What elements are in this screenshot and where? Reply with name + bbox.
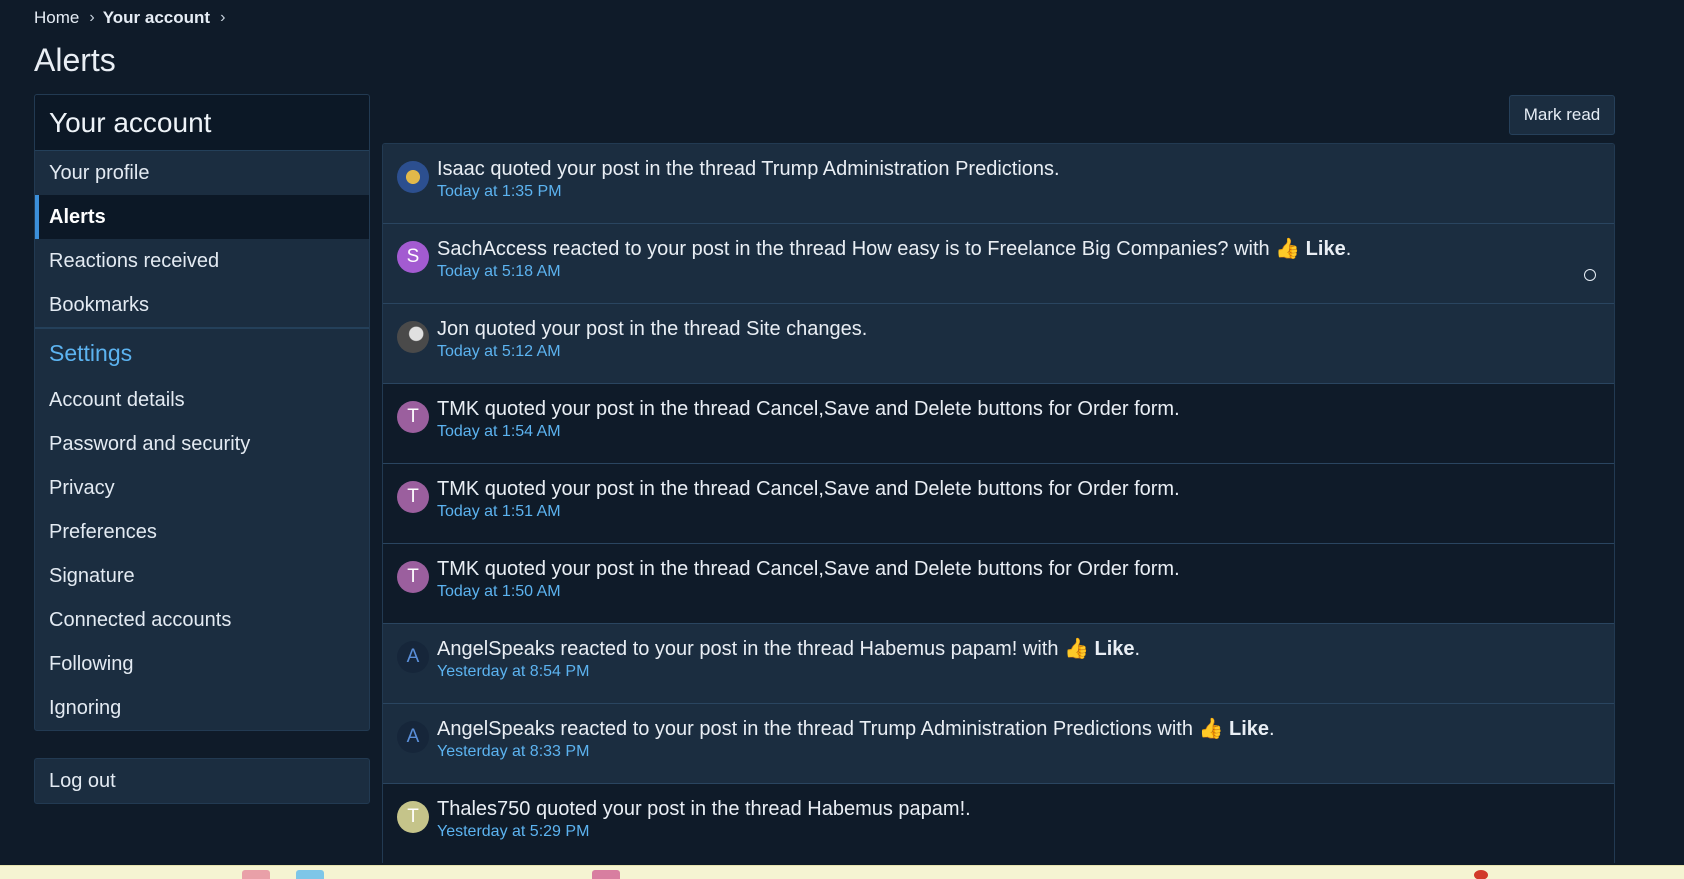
alert-text: AngelSpeaks reacted to your post in the … — [437, 636, 1600, 662]
page: Home › Your account › Alerts Your accoun… — [0, 0, 1684, 879]
breadcrumb: Home › Your account › — [34, 8, 233, 28]
alert-item[interactable]: A AngelSpeaks reacted to your post in the… — [383, 624, 1614, 704]
breadcrumb-your-account[interactable]: Your account — [103, 8, 210, 28]
avatar[interactable] — [397, 321, 429, 353]
sidebar-item-your-profile[interactable]: Your profile — [35, 151, 369, 195]
alert-message: reacted to your post in the thread Habem… — [554, 638, 1065, 660]
alert-message: quoted your post in the thread Habemus p… — [530, 798, 971, 820]
alert-timestamp[interactable]: Today at 1:35 PM — [437, 183, 1600, 201]
alert-username[interactable]: TMK — [437, 398, 479, 420]
alert-message: reacted to your post in the thread How e… — [547, 238, 1276, 260]
alert-item[interactable]: T Thales750 quoted your post in the threa… — [383, 784, 1614, 863]
avatar[interactable]: A — [397, 641, 429, 673]
alert-item[interactable]: A AngelSpeaks reacted to your post in the… — [383, 704, 1614, 784]
sidebar-item-preferences[interactable]: Preferences — [35, 510, 369, 554]
log-out-button[interactable]: Log out — [34, 758, 370, 804]
alert-timestamp[interactable]: Today at 5:12 AM — [437, 343, 1600, 361]
alert-username[interactable]: TMK — [437, 558, 479, 580]
avatar[interactable]: T — [397, 801, 429, 833]
sidebar-item-connected-accounts[interactable]: Connected accounts — [35, 598, 369, 642]
chevron-right-icon: › — [89, 9, 95, 26]
avatar[interactable]: T — [397, 401, 429, 433]
account-nav-group: Your profile Alerts Reactions received B… — [35, 151, 369, 328]
sidebar-item-reactions-received[interactable]: Reactions received — [35, 239, 369, 283]
alert-item[interactable]: Isaac quoted your post in the thread Tru… — [383, 144, 1614, 224]
avatar[interactable]: A — [397, 721, 429, 753]
sidebar-item-privacy[interactable]: Privacy — [35, 466, 369, 510]
alert-timestamp[interactable]: Today at 5:18 AM — [437, 263, 1600, 281]
sidebar-item-signature[interactable]: Signature — [35, 554, 369, 598]
alert-item[interactable]: Jon quoted your post in the thread Site … — [383, 304, 1614, 384]
sidebar-item-ignoring[interactable]: Ignoring — [35, 686, 369, 730]
alert-username[interactable]: Jon — [437, 318, 469, 340]
avatar[interactable]: T — [397, 481, 429, 513]
alert-message: quoted your post in the thread Cancel,Sa… — [479, 558, 1180, 580]
alert-tail: . — [1345, 238, 1352, 260]
taskbar-app-icon[interactable] — [592, 870, 620, 879]
alert-text: Isaac quoted your post in the thread Tru… — [437, 156, 1600, 182]
account-sidebar: Your account Your profile Alerts Reactio… — [34, 94, 370, 731]
breadcrumb-home[interactable]: Home — [34, 8, 79, 28]
alert-timestamp[interactable]: Today at 1:50 AM — [437, 583, 1600, 601]
taskbar-app-icon[interactable] — [296, 870, 324, 879]
alert-username[interactable]: SachAccess — [437, 238, 547, 260]
alert-text: SachAccess reacted to your post in the t… — [437, 236, 1600, 262]
alert-text: Jon quoted your post in the thread Site … — [437, 316, 1600, 342]
alert-message: quoted your post in the thread Cancel,Sa… — [479, 398, 1180, 420]
sidebar-item-alerts[interactable]: Alerts — [35, 195, 369, 239]
alert-tail: . — [1134, 638, 1141, 660]
alert-item[interactable]: T TMK quoted your post in the thread Canc… — [383, 464, 1614, 544]
alert-message: quoted your post in the thread Site chan… — [469, 318, 868, 340]
alert-item[interactable]: T TMK quoted your post in the thread Canc… — [383, 544, 1614, 624]
sidebar-item-bookmarks[interactable]: Bookmarks — [35, 283, 369, 327]
alert-username[interactable]: AngelSpeaks — [437, 638, 555, 660]
alert-tail: . — [1269, 718, 1275, 740]
reaction-like: 👍 Like — [1064, 638, 1135, 660]
alert-timestamp[interactable]: Today at 1:51 AM — [437, 503, 1600, 521]
alert-message: reacted to your post in the thread Trump… — [554, 718, 1199, 740]
alert-username[interactable]: Thales750 — [437, 798, 530, 820]
alert-timestamp[interactable]: Yesterday at 5:29 PM — [437, 823, 1600, 841]
chevron-right-icon: › — [220, 9, 226, 26]
taskbar-app-icon[interactable] — [242, 870, 270, 879]
alert-username[interactable]: Isaac — [437, 158, 485, 180]
taskbar — [0, 865, 1684, 879]
sidebar-item-account-details[interactable]: Account details — [35, 378, 369, 422]
alert-username[interactable]: TMK — [437, 478, 479, 500]
alert-text: TMK quoted your post in the thread Cance… — [437, 556, 1600, 582]
alert-timestamp[interactable]: Yesterday at 8:33 PM — [437, 743, 1600, 761]
alert-item[interactable]: S SachAccess reacted to your post in the … — [383, 224, 1614, 304]
avatar[interactable]: T — [397, 561, 429, 593]
alert-message: quoted your post in the thread Cancel,Sa… — [479, 478, 1180, 500]
alert-timestamp[interactable]: Today at 1:54 AM — [437, 423, 1600, 441]
alert-item[interactable]: T TMK quoted your post in the thread Canc… — [383, 384, 1614, 464]
alert-timestamp[interactable]: Yesterday at 8:54 PM — [437, 663, 1600, 681]
reaction-like: 👍 Like — [1275, 238, 1346, 260]
avatar[interactable]: S — [397, 241, 429, 273]
mark-read-button[interactable]: Mark read — [1509, 95, 1615, 135]
settings-section-title: Settings — [35, 328, 369, 378]
notification-badge — [1474, 870, 1488, 879]
reaction-like: 👍 Like — [1198, 718, 1270, 740]
mark-read-toggle-icon[interactable] — [1584, 269, 1596, 281]
sidebar-header: Your account — [35, 95, 369, 151]
alert-username[interactable]: AngelSpeaks — [437, 718, 555, 740]
alert-text: Thales750 quoted your post in the thread… — [437, 796, 1600, 822]
sidebar-item-following[interactable]: Following — [35, 642, 369, 686]
alert-text: TMK quoted your post in the thread Cance… — [437, 476, 1600, 502]
page-title: Alerts — [34, 42, 116, 78]
alerts-list: Isaac quoted your post in the thread Tru… — [382, 143, 1615, 863]
alert-text: TMK quoted your post in the thread Cance… — [437, 396, 1600, 422]
sidebar-item-password-and-security[interactable]: Password and security — [35, 422, 369, 466]
avatar[interactable] — [397, 161, 429, 193]
alert-message: quoted your post in the thread Trump Adm… — [484, 158, 1060, 180]
alert-text: AngelSpeaks reacted to your post in the … — [437, 716, 1600, 742]
